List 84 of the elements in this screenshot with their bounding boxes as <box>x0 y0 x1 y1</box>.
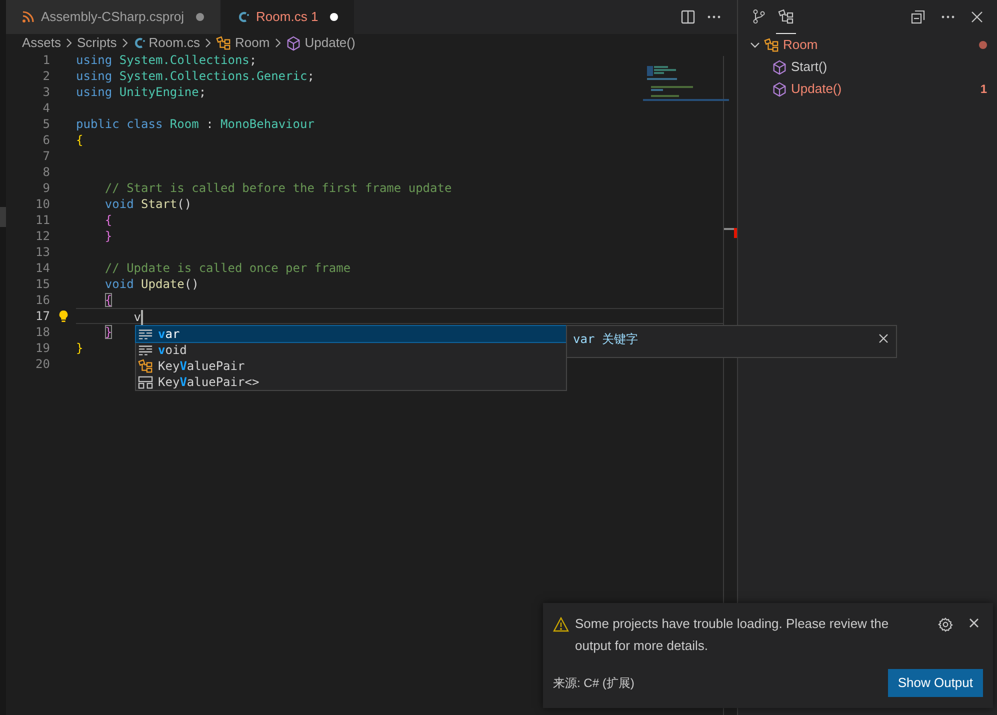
code-line: v <box>132 310 144 324</box>
chevron-right-icon <box>120 38 129 48</box>
chevron-right-icon <box>204 38 212 48</box>
class-symbol-icon <box>138 358 153 374</box>
class-symbol-icon <box>764 38 779 52</box>
suggestion-item[interactable]: void <box>136 342 566 358</box>
line-number: 8 <box>42 164 50 180</box>
cube-icon <box>286 36 301 50</box>
breadcrumb-item[interactable]: Room <box>235 33 270 53</box>
code-line: { <box>104 293 112 307</box>
code-line: { <box>104 213 112 227</box>
editor-tab[interactable]: Assembly-CSharp.csproj <box>6 0 222 34</box>
code-line: using UnityEngine; <box>76 85 206 99</box>
code-line: } <box>76 341 84 355</box>
editor-tab[interactable]: Room.cs 1 <box>221 0 354 34</box>
line-number: 20 <box>34 356 50 372</box>
line-number: 18 <box>34 324 50 340</box>
breadcrumb-item[interactable]: Update() <box>304 33 356 53</box>
line-number: 4 <box>42 100 50 116</box>
line-number: 5 <box>42 116 50 132</box>
class-symbol-icon <box>216 36 232 50</box>
keyword-icon <box>138 343 153 357</box>
c-letter-icon <box>237 10 250 24</box>
code-line: using System.Collections; <box>76 53 257 67</box>
more-actions-icon[interactable] <box>941 15 955 19</box>
suggestion-item[interactable]: KeyValuePair <box>136 358 566 374</box>
line-number: 13 <box>34 244 50 260</box>
split-editor-icon[interactable] <box>681 10 695 24</box>
notification-message: Some projects have trouble loading. Please review the output for more details. <box>575 615 890 655</box>
cube-icon <box>772 82 787 96</box>
line-number: 11 <box>34 212 50 228</box>
error-marker <box>734 228 737 238</box>
outline-item[interactable]: Room <box>738 34 997 56</box>
line-number: 12 <box>34 228 50 244</box>
outline-item[interactable]: Start() <box>738 56 997 78</box>
line-number: 14 <box>34 260 50 276</box>
chevron-right-icon <box>65 38 74 48</box>
close-icon[interactable] <box>879 334 888 343</box>
rss-icon <box>22 11 34 23</box>
line-number: 1 <box>42 52 50 68</box>
code-line: } <box>104 229 112 243</box>
suggestion-detail-text: var 关键字 <box>573 331 638 348</box>
line-number: 9 <box>42 180 50 196</box>
line-number: 10 <box>34 196 50 212</box>
warning-icon <box>553 617 569 632</box>
code-line: { <box>76 133 84 147</box>
cube-icon <box>772 60 787 74</box>
suggestion-item[interactable]: var <box>136 326 566 342</box>
close-icon[interactable] <box>969 618 979 628</box>
line-number: 7 <box>42 148 50 164</box>
show-output-button[interactable]: Show Output <box>888 669 983 697</box>
branch-icon[interactable] <box>752 8 766 25</box>
line-number: 19 <box>34 340 50 356</box>
lightbulb-icon[interactable] <box>58 309 68 323</box>
chevron-down-icon[interactable] <box>750 40 760 50</box>
chevron-right-icon <box>274 38 282 48</box>
line-number: 6 <box>42 132 50 148</box>
line-number: 2 <box>42 68 50 84</box>
code-line: // Start is called before the first frame update <box>104 181 452 195</box>
line-number: 17 <box>34 308 50 324</box>
line-number: 3 <box>42 84 50 100</box>
outline-item[interactable]: Update() 1 <box>738 78 997 100</box>
outline-icon[interactable] <box>778 8 794 24</box>
code-line: // Update is called once per frame <box>104 261 351 275</box>
settings-icon[interactable] <box>938 617 953 632</box>
notification-source: 来源: C# (扩展) <box>553 675 634 692</box>
breadcrumb-item[interactable]: Scripts <box>77 33 117 53</box>
c-letter-icon <box>132 36 145 50</box>
sash-handle[interactable] <box>0 207 6 227</box>
suggestion-item[interactable]: KeyValuePair<> <box>136 374 566 390</box>
code-line: void Start() <box>104 197 192 211</box>
code-line: } <box>104 325 112 339</box>
breadcrumb-item[interactable]: Assets <box>22 33 62 53</box>
code-line: void Update() <box>104 277 199 291</box>
more-actions-icon[interactable] <box>707 15 721 19</box>
line-number: 16 <box>34 292 50 308</box>
code-line: public class Room : MonoBehaviour <box>76 117 314 131</box>
line-number: 15 <box>34 276 50 292</box>
code-line: using System.Collections.Generic; <box>76 69 314 83</box>
close-icon[interactable] <box>971 11 983 23</box>
collapse-all-icon[interactable] <box>911 10 925 24</box>
breadcrumb-item[interactable]: Room.cs <box>148 33 200 53</box>
struct-icon <box>138 374 153 390</box>
keyword-icon <box>138 327 153 341</box>
